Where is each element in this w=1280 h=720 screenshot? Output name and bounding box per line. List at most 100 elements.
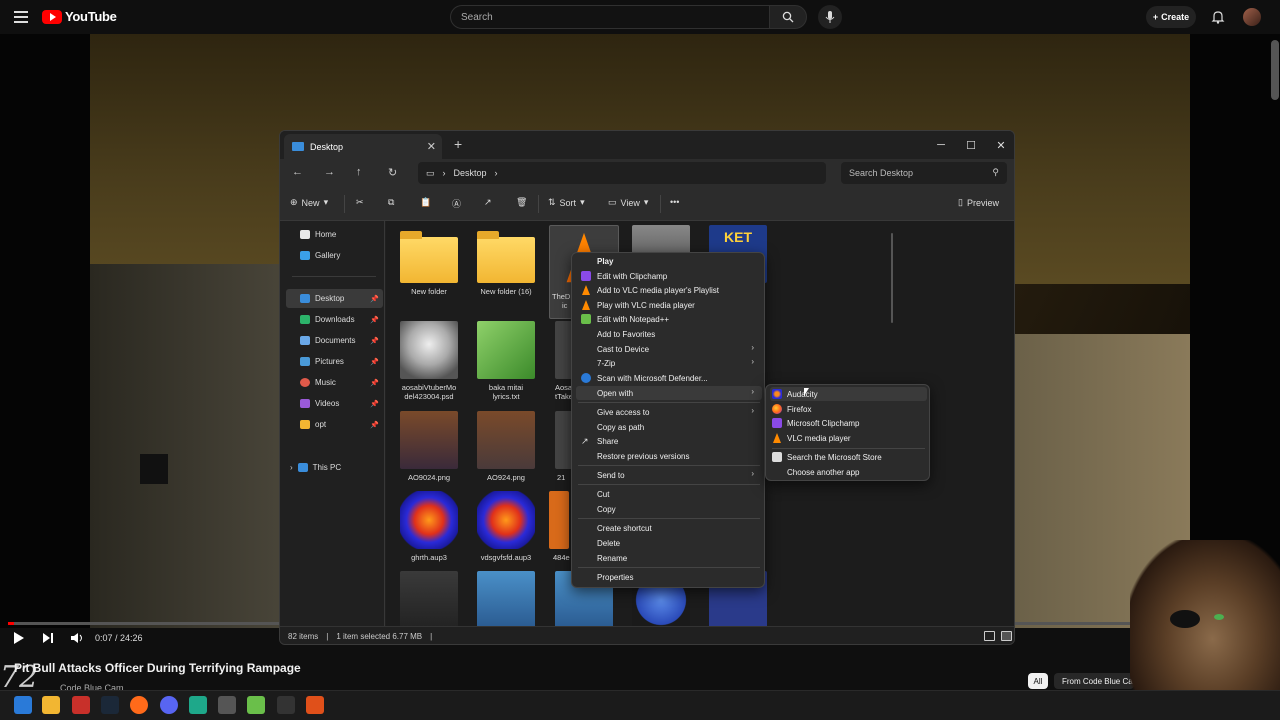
close-tab-icon[interactable]: ✕	[427, 140, 436, 153]
submenu-item-clipchamp[interactable]: Microsoft Clipchamp	[770, 416, 927, 430]
nav-item-desktop[interactable]: Desktop 📌	[286, 289, 383, 308]
sort-button[interactable]: ⇅ Sort ▾	[548, 197, 585, 208]
notifications-bell-icon[interactable]	[1210, 9, 1226, 25]
firefox-taskbar-icon[interactable]	[130, 696, 148, 714]
pin-icon[interactable]: 📌	[370, 358, 379, 366]
paste-icon[interactable]: 📋	[420, 197, 431, 208]
play-icon[interactable]	[14, 632, 24, 644]
file-item[interactable]: AO924.png	[471, 411, 541, 482]
pin-icon[interactable]: 📌	[370, 337, 379, 345]
file-item[interactable]	[394, 571, 464, 626]
nav-item-documents[interactable]: Documents 📌	[286, 331, 383, 350]
chevron-right-icon[interactable]: ›	[495, 168, 498, 178]
volume-icon[interactable]	[70, 632, 84, 644]
menu-item-delete[interactable]: Delete	[576, 536, 762, 550]
up-icon[interactable]: ↑	[356, 166, 362, 178]
youtube-search-button[interactable]	[769, 5, 807, 29]
mic-button[interactable]	[818, 5, 842, 29]
menu-item-cut[interactable]: Cut	[576, 487, 762, 501]
menu-item-open-with[interactable]: Open with ›	[576, 386, 762, 400]
share-icon[interactable]: ↗	[484, 197, 492, 208]
start-icon[interactable]	[14, 696, 32, 714]
nav-item-this-pc[interactable]: › This PC	[286, 458, 383, 477]
copy-icon[interactable]: ⧉	[388, 197, 394, 208]
file-item[interactable]	[471, 571, 541, 626]
address-box[interactable]: ▭ › Desktop ›	[418, 162, 826, 184]
chevron-right-icon[interactable]: ›	[290, 463, 293, 472]
menu-item-share[interactable]: ↗ Share	[576, 434, 762, 448]
tiles-view-icon[interactable]	[1001, 631, 1012, 641]
menu-item-play[interactable]: Play	[576, 254, 762, 268]
file-item[interactable]: AO9024.png	[394, 411, 464, 482]
file-item[interactable]: aosabiVtuberMo del423004.psd	[394, 321, 464, 401]
tab-desktop[interactable]: Desktop ✕	[284, 134, 442, 159]
refresh-icon[interactable]: ↻	[388, 166, 397, 179]
menu-icon[interactable]	[14, 11, 28, 23]
explorer-search-input[interactable]: Search Desktop ⚲	[841, 162, 1007, 184]
nav-item-pictures[interactable]: Pictures 📌	[286, 352, 383, 371]
maximize-icon[interactable]: ☐	[956, 131, 986, 159]
nav-item-music[interactable]: Music 📌	[286, 373, 383, 392]
more-options-icon[interactable]: •••	[670, 197, 679, 207]
nav-item-home[interactable]: Home	[286, 225, 383, 244]
menu-item-rename[interactable]: Rename	[576, 551, 762, 565]
file-item[interactable]: New folder	[394, 231, 464, 296]
page-scrollbar[interactable]	[1271, 40, 1279, 100]
file-item[interactable]: ghrth.aup3	[394, 491, 464, 562]
rename-icon[interactable]: Ⓐ	[452, 197, 461, 210]
pin-icon[interactable]: 📌	[370, 421, 379, 429]
nav-item-opt[interactable]: opt 📌	[286, 415, 383, 434]
discord-icon[interactable]	[160, 696, 178, 714]
pin-icon[interactable]: 📌	[370, 379, 379, 387]
chevron-right-icon[interactable]: ›	[443, 168, 446, 178]
submenu-item-store[interactable]: Search the Microsoft Store	[770, 450, 927, 464]
youtube-search-input[interactable]: Search	[450, 5, 769, 29]
menu-item-defender[interactable]: Scan with Microsoft Defender...	[576, 371, 762, 385]
delete-icon[interactable]: 🗑	[516, 197, 527, 208]
menu-item-add-favorites[interactable]: Add to Favorites	[576, 327, 762, 341]
new-button[interactable]: ⊕ New ▾	[290, 197, 328, 208]
submenu-item-vlc[interactable]: VLC media player	[770, 431, 927, 445]
file-item[interactable]: vdsgvfsfd.aup3	[471, 491, 541, 562]
next-icon[interactable]	[42, 632, 54, 644]
file-item[interactable]: New folder (16)	[471, 231, 541, 296]
notepad-taskbar-icon[interactable]	[247, 696, 265, 714]
menu-item-cast[interactable]: Cast to Device ›	[576, 342, 762, 356]
menu-item-copy-path[interactable]: Copy as path	[576, 420, 762, 434]
view-button[interactable]: ▭ View ▾	[608, 197, 648, 208]
nav-item-gallery[interactable]: Gallery	[286, 246, 383, 265]
chip-from-channel[interactable]: From Code Blue Cam	[1054, 673, 1134, 689]
create-button[interactable]: + Create	[1146, 6, 1196, 28]
menu-item-create-shortcut[interactable]: Create shortcut	[576, 521, 762, 535]
nav-item-videos[interactable]: Videos 📌	[286, 394, 383, 413]
pin-icon[interactable]: 📌	[370, 400, 379, 408]
pin-icon[interactable]: 📌	[370, 316, 379, 324]
back-icon[interactable]: ←	[292, 166, 303, 178]
file-explorer-taskbar-icon[interactable]	[42, 696, 60, 714]
app-taskbar-icon[interactable]	[72, 696, 90, 714]
preview-button[interactable]: ▯ Preview	[958, 197, 999, 208]
close-window-icon[interactable]: ✕	[986, 131, 1014, 159]
menu-item-edit-clipchamp[interactable]: Edit with Clipchamp	[576, 269, 762, 283]
submenu-item-firefox[interactable]: Firefox	[770, 402, 927, 416]
chip-all[interactable]: All	[1028, 673, 1048, 689]
app-taskbar-icon[interactable]	[277, 696, 295, 714]
pin-icon[interactable]: 📌	[370, 295, 379, 303]
app-taskbar-icon[interactable]	[306, 696, 324, 714]
menu-item-properties[interactable]: Properties	[576, 570, 762, 584]
menu-item-give-access[interactable]: Give access to ›	[576, 405, 762, 419]
avatar[interactable]	[1243, 8, 1261, 26]
details-view-icon[interactable]	[984, 631, 995, 641]
new-tab-icon[interactable]: +	[454, 136, 462, 152]
youtube-logo[interactable]: YouTube	[42, 9, 117, 24]
submenu-item-audacity[interactable]: Audacity	[770, 387, 927, 401]
menu-item-add-vlc-playlist[interactable]: Add to VLC media player's Playlist	[576, 283, 762, 297]
nav-item-downloads[interactable]: Downloads 📌	[286, 310, 383, 329]
forward-icon[interactable]: →	[324, 166, 335, 178]
menu-item-edit-notepad[interactable]: Edit with Notepad++	[576, 312, 762, 326]
content-scrollbar[interactable]	[891, 233, 893, 323]
steam-icon[interactable]	[101, 696, 119, 714]
submenu-item-choose-app[interactable]: Choose another app	[770, 465, 927, 479]
menu-item-send-to[interactable]: Send to ›	[576, 468, 762, 482]
file-item[interactable]: baka mitai lyrics.txt	[471, 321, 541, 401]
